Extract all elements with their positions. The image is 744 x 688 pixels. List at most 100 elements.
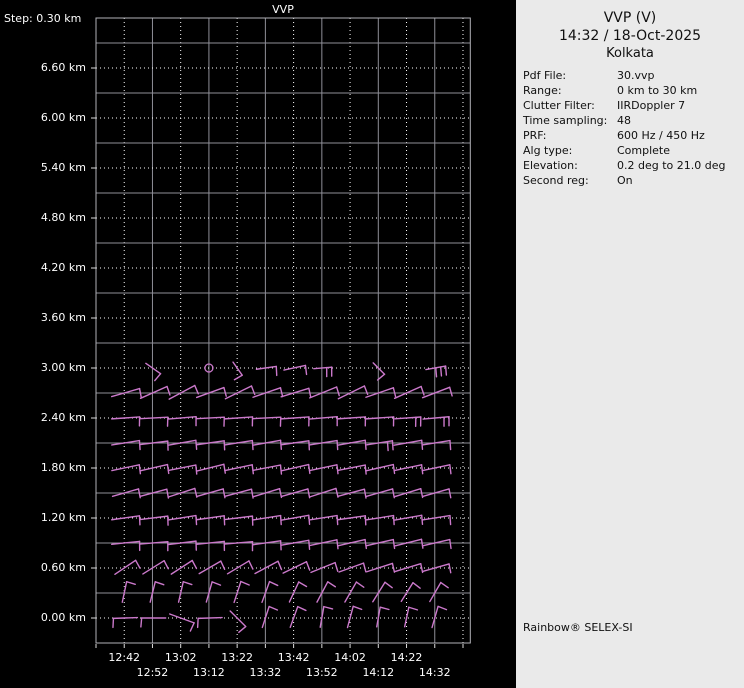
wind-barb <box>111 515 141 526</box>
wind-barb <box>313 366 333 378</box>
wind-barb <box>422 416 450 427</box>
x-tick-label: 13:12 <box>193 666 225 679</box>
wind-barb <box>308 439 339 451</box>
x-tick-label: 13:42 <box>277 651 310 664</box>
info-field-value: On <box>617 174 633 187</box>
info-field-value: 0.2 deg to 21.0 deg <box>617 159 726 172</box>
wind-barb <box>139 463 170 475</box>
y-tick-label: 4.20 km <box>40 261 86 274</box>
product-datetime: 14:32 / 18-Oct-2025 <box>558 28 702 44</box>
wind-barb <box>309 386 340 399</box>
wind-barb <box>224 385 256 400</box>
wind-barb <box>252 439 283 450</box>
wind-barb <box>280 463 311 475</box>
wind-barb <box>224 464 255 475</box>
wind-barb <box>400 582 421 603</box>
wind-barb <box>346 605 363 629</box>
x-tick-label: 13:32 <box>249 666 282 679</box>
info-field-row: PRF: 600 Hz / 450 Hz <box>516 128 744 143</box>
x-tick-label: 13:22 <box>221 651 253 664</box>
wind-barb <box>252 464 283 475</box>
info-field-label: PRF: <box>523 129 547 142</box>
x-tick-label: 14:02 <box>334 651 366 664</box>
wind-barb <box>366 440 394 452</box>
wind-barb <box>140 617 167 628</box>
wind-barb <box>233 580 250 604</box>
wind-barb <box>280 514 311 525</box>
wind-barb <box>308 514 339 526</box>
wind-barb <box>195 463 226 474</box>
wind-barb <box>142 560 169 575</box>
wind-barb <box>393 538 424 549</box>
wind-barb <box>282 561 311 574</box>
wind-barb <box>393 464 424 475</box>
x-tick-label: 12:52 <box>136 666 169 679</box>
info-field-value: 600 Hz / 450 Hz <box>617 129 705 142</box>
wind-barb <box>195 515 226 526</box>
wind-barb <box>316 581 337 603</box>
wind-barb <box>224 488 254 499</box>
wind-barb <box>254 560 283 575</box>
info-field-label: Clutter Filter: <box>523 99 595 112</box>
wind-barb <box>372 581 393 603</box>
wind-barb <box>111 439 141 451</box>
x-tick-label: 12:42 <box>108 651 141 664</box>
y-tick-label: 0.00 km <box>40 611 86 624</box>
wind-barb <box>336 416 367 427</box>
x-tick-label: 13:02 <box>164 651 197 664</box>
info-field-label: Time sampling: <box>523 114 608 127</box>
wind-barb <box>140 488 170 499</box>
grid-lines <box>96 18 471 643</box>
wind-barb <box>393 439 424 450</box>
wind-barb <box>336 515 367 526</box>
site-name: Kolkata <box>606 46 654 61</box>
wind-barb <box>421 464 452 475</box>
wind-barb <box>337 464 367 475</box>
wind-barb <box>170 559 198 575</box>
vvp-chart-region: Step: 0.30 km VVP 6.60 km 6.00 km 5.40 km 4… <box>0 0 516 688</box>
y-tick-label: 1.20 km <box>40 511 86 524</box>
wind-barb <box>261 580 279 604</box>
wind-barb <box>252 540 282 551</box>
wind-barb-chart <box>91 17 471 648</box>
info-field-value: 48 <box>617 114 631 127</box>
wind-barb <box>421 439 452 451</box>
wind-barb <box>429 581 449 603</box>
info-field-label: Pdf File: <box>523 69 567 82</box>
info-field-row: Elevation: 0.2 deg to 21.0 deg <box>516 158 744 173</box>
y-tick-label: 4.80 km <box>40 211 86 224</box>
info-field-row: Second reg: On <box>516 173 744 188</box>
info-field-label: Second reg: <box>523 174 589 187</box>
wind-barb <box>111 464 142 475</box>
wind-barb <box>255 365 278 377</box>
wind-barb <box>365 538 396 550</box>
wind-barb <box>366 562 396 573</box>
vvp-product-window: { "chart": { "title": "VVP", "step_label… <box>0 0 744 688</box>
wind-barb <box>421 386 453 399</box>
wind-barb <box>308 539 339 550</box>
wind-barb <box>308 464 339 475</box>
info-field-row: Alg type: Complete <box>516 143 744 158</box>
wind-barb <box>310 561 339 574</box>
info-field-row: Time sampling: 48 <box>516 113 744 128</box>
wind-barb <box>252 514 282 526</box>
y-tick-label: 6.60 km <box>40 61 86 74</box>
wind-barb <box>114 559 141 575</box>
x-tick-label: 14:32 <box>418 666 451 679</box>
info-field-value: 0 km to 30 km <box>617 84 698 97</box>
wind-barb <box>344 581 365 603</box>
info-field-row: Range: 0 km to 30 km <box>516 83 744 98</box>
wind-barb <box>167 439 198 450</box>
wind-barb <box>168 384 199 400</box>
wind-barb <box>393 514 424 525</box>
info-field-row: Clutter Filter: IIRDoppler 7 <box>516 98 744 113</box>
wind-barb <box>167 464 198 475</box>
wind-barb <box>177 581 193 603</box>
wind-barb <box>229 610 247 634</box>
product-info-fields: Pdf File: 30.vvp Range: 0 km to 30 km Clutte… <box>516 68 744 188</box>
wind-barb <box>283 364 308 376</box>
info-field-label: Alg type: <box>523 144 573 157</box>
wind-barb <box>139 515 169 526</box>
wind-barb <box>226 560 254 575</box>
y-tick-label: 3.00 km <box>40 361 86 374</box>
